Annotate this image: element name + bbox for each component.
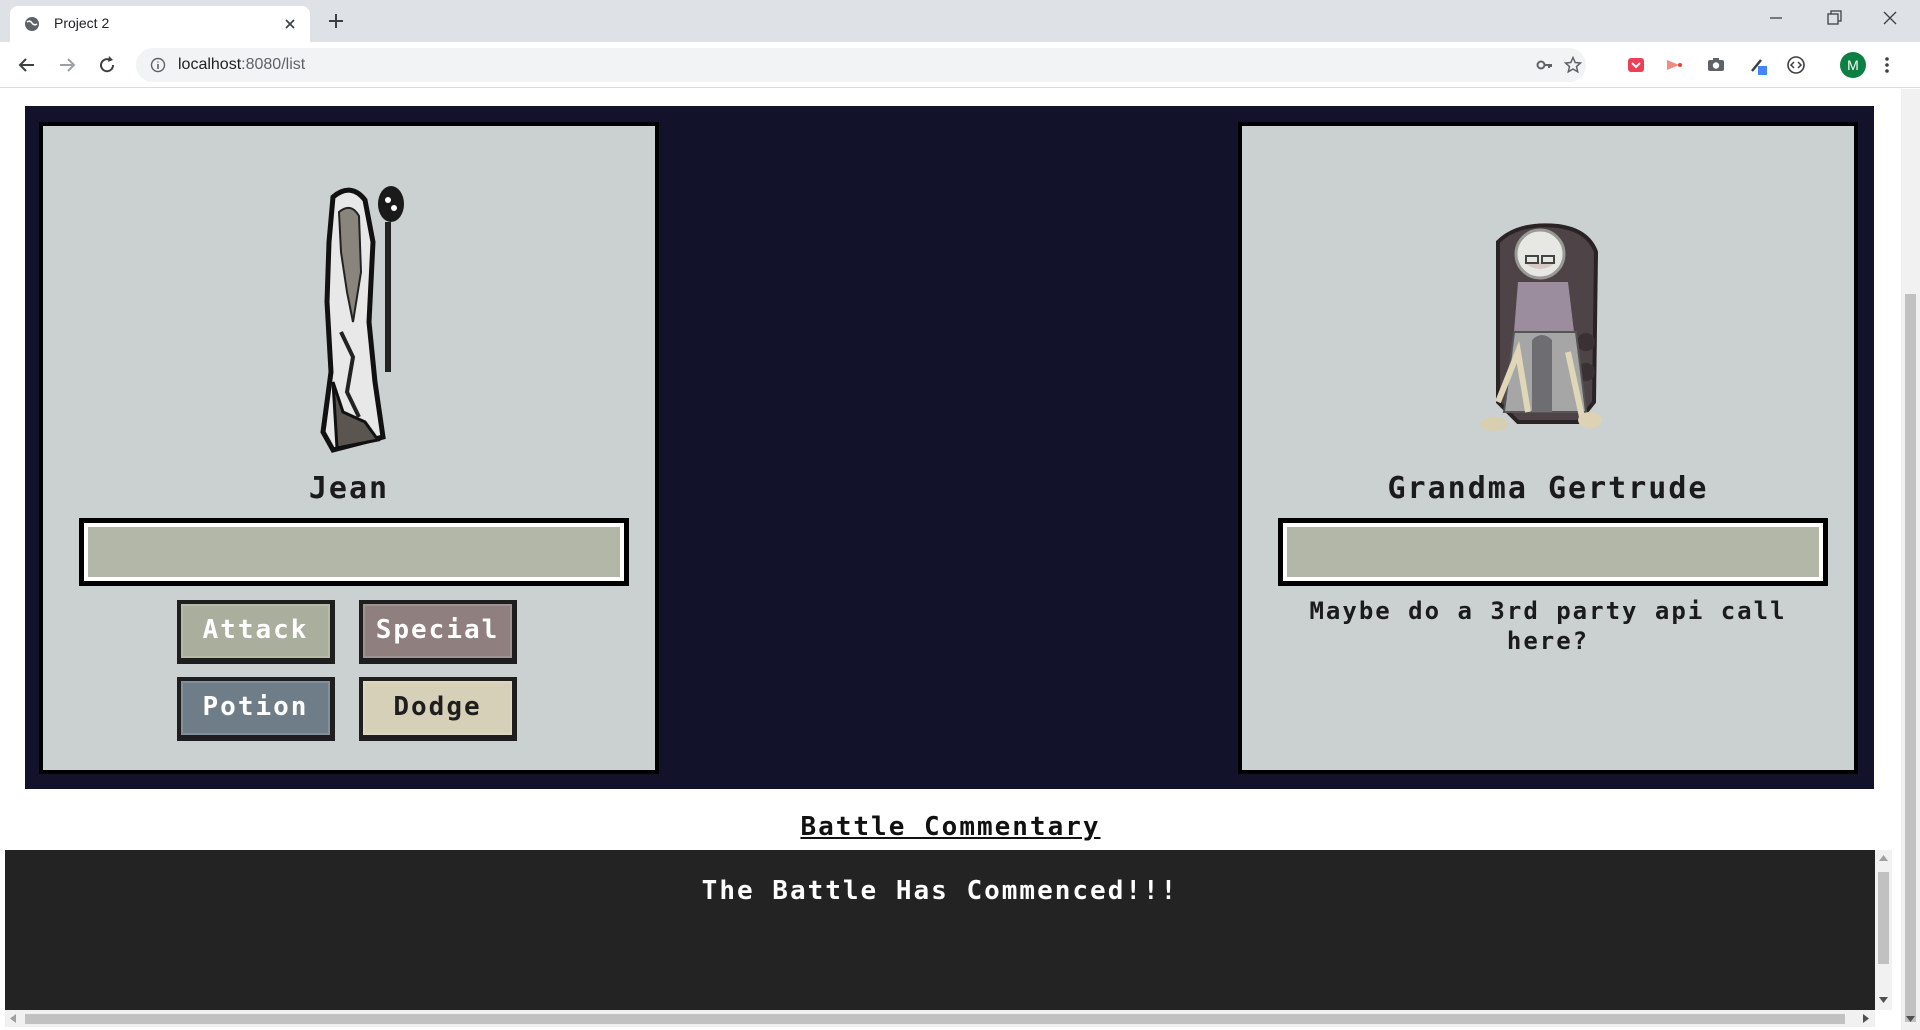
special-button[interactable]: Special [359, 600, 517, 664]
info-icon[interactable] [150, 57, 166, 73]
cast-extension-icon[interactable] [1664, 55, 1684, 75]
url-text[interactable]: localhost:8080/list [178, 56, 305, 74]
page-content: Jean Attack Special Potion Dodge Grandma… [0, 89, 1901, 1030]
scroll-left-icon[interactable] [9, 1014, 17, 1023]
scroll-right-icon[interactable] [1862, 1014, 1870, 1023]
player-health-bar [79, 518, 629, 586]
player-name: Jean [308, 471, 390, 506]
new-tab-icon[interactable] [326, 11, 346, 31]
enemy-health-fill [1287, 527, 1819, 577]
restore-icon[interactable] [1824, 8, 1844, 28]
potion-button[interactable]: Potion [177, 677, 335, 741]
close-window-icon[interactable] [1880, 8, 1900, 28]
horizontal-scrollbar[interactable] [5, 1010, 1875, 1027]
close-tab-icon[interactable] [282, 16, 298, 32]
address-bar[interactable]: localhost:8080/list [136, 48, 1586, 82]
browser-tab[interactable]: Project 2 [10, 6, 310, 42]
eyedropper-extension-icon[interactable] [1748, 55, 1768, 75]
star-icon[interactable] [1564, 56, 1582, 74]
player-card: Jean Attack Special Potion Dodge [39, 122, 659, 774]
scroll-up-icon[interactable] [1879, 854, 1888, 862]
horizontal-scroll-thumb[interactable] [25, 1014, 1845, 1024]
commentary-title: Battle Commentary [800, 812, 1101, 842]
pocket-extension-icon[interactable] [1626, 55, 1646, 75]
hooded-mage-sprite [320, 186, 404, 453]
battle-arena: Jean Attack Special Potion Dodge Grandma… [25, 106, 1874, 789]
profile-avatar[interactable]: M [1840, 52, 1866, 78]
player-health-fill [88, 527, 620, 577]
tab-title: Project 2 [54, 15, 110, 31]
dodge-button[interactable]: Dodge [359, 677, 517, 741]
url-host: localhost [178, 56, 242, 73]
globe-icon [25, 17, 39, 31]
commentary-box[interactable]: The Battle Has Commenced!!! [5, 850, 1875, 1010]
page-scroll-down-icon[interactable] [1906, 1015, 1915, 1023]
back-icon[interactable] [16, 54, 38, 76]
attack-button[interactable]: Attack [177, 600, 335, 664]
url-path: :8080/list [241, 56, 306, 73]
tab-strip: Project 2 [0, 0, 1920, 42]
grandma-rocking-chair-sprite [1480, 223, 1602, 431]
page-scroll-thumb[interactable] [1905, 294, 1916, 1022]
code-extension-icon[interactable] [1786, 55, 1806, 75]
enemy-card: Grandma Gertrude Maybe do a 3rd party ap… [1238, 122, 1858, 774]
commentary-message: The Battle Has Commenced!!! [701, 876, 1179, 906]
minimize-icon[interactable] [1766, 8, 1786, 28]
camera-extension-icon[interactable] [1706, 55, 1726, 75]
enemy-health-bar [1278, 518, 1828, 586]
browser-toolbar: localhost:8080/list M [0, 42, 1920, 88]
key-icon[interactable] [1536, 56, 1554, 74]
kebab-menu-icon[interactable] [1884, 56, 1890, 74]
reload-icon[interactable] [96, 54, 118, 76]
forward-icon[interactable] [56, 54, 78, 76]
page-scrollbar[interactable] [1901, 89, 1920, 1030]
commentary-scroll-thumb[interactable] [1878, 872, 1889, 964]
commentary-scrollbar[interactable] [1875, 850, 1892, 1010]
scroll-down-icon[interactable] [1879, 996, 1888, 1004]
enemy-note: Maybe do a 3rd party api call here? [1309, 597, 1787, 655]
enemy-name: Grandma Gertrude [1387, 471, 1709, 506]
